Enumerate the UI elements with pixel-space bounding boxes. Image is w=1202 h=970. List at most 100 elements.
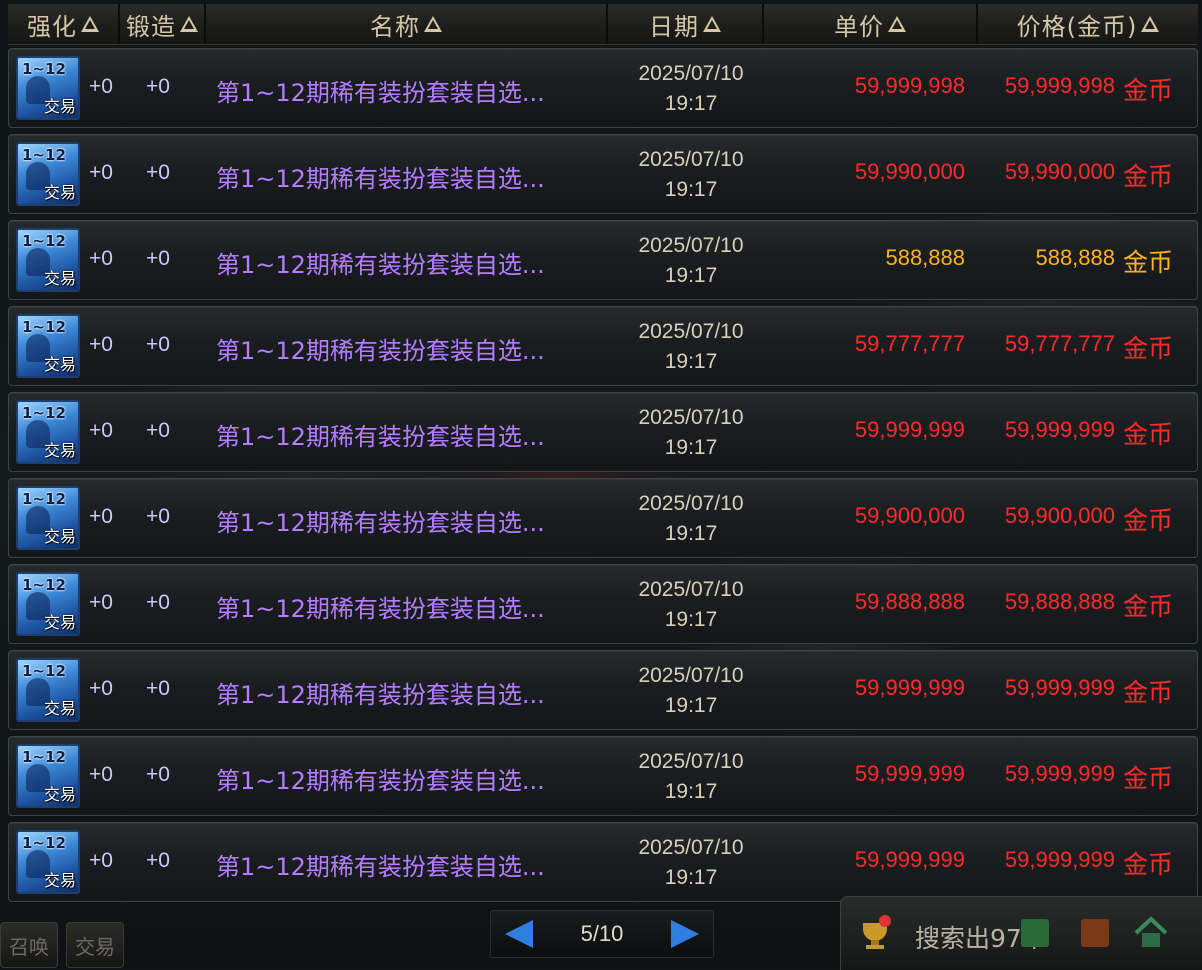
listing-date: 2025/07/10 19:17 <box>613 575 769 635</box>
time-value: 19:17 <box>664 92 718 115</box>
item-icon[interactable]: 1~12 交易 <box>16 142 80 206</box>
sort-triangle-icon <box>81 16 99 32</box>
total-price: 59,888,888 <box>1004 589 1115 614</box>
page-indicator: 5/10 <box>580 921 624 946</box>
date-value: 2025/07/10 <box>638 320 744 343</box>
table-row[interactable]: 1~12 交易 +0 +0 第1~12期稀有装扮套装自选... 2025/07/… <box>8 48 1198 128</box>
enhance-value: +0 <box>89 849 113 872</box>
enhance-value: +0 <box>89 419 113 442</box>
item-icon[interactable]: 1~12 交易 <box>16 830 80 894</box>
left-arrow-icon[interactable] <box>505 920 533 948</box>
icon-trade-label: 交易 <box>43 355 76 374</box>
item-icon[interactable]: 1~12 交易 <box>16 56 80 120</box>
total-price: 59,999,998 <box>1004 73 1115 98</box>
item-name: 第1~12期稀有装扮套装自选... <box>216 79 545 107</box>
forge-value: +0 <box>146 591 170 614</box>
forge-value: +0 <box>146 763 170 786</box>
icon-trade-label: 交易 <box>43 441 76 460</box>
unit-price: 588,888 <box>885 245 965 270</box>
item-icon[interactable]: 1~12 交易 <box>16 400 80 464</box>
enhance-value: +0 <box>89 247 113 270</box>
item-name: 第1~12期稀有装扮套装自选... <box>216 595 545 623</box>
icon-range-label: 1~12 <box>22 834 66 852</box>
table-row[interactable]: 1~12 交易 +0 +0 第1~12期稀有装扮套装自选... 2025/07/… <box>8 736 1198 816</box>
pagination: 5/10 <box>490 910 714 958</box>
table-row[interactable]: 1~12 交易 +0 +0 第1~12期稀有装扮套装自选... 2025/07/… <box>8 220 1198 300</box>
item-icon[interactable]: 1~12 交易 <box>16 572 80 636</box>
listing-date: 2025/07/10 19:17 <box>613 231 769 291</box>
enhance-value: +0 <box>89 505 113 528</box>
green-button[interactable] <box>1021 919 1049 947</box>
header-unit-price[interactable]: 单价 <box>764 4 978 44</box>
item-icon[interactable]: 1~12 交易 <box>16 658 80 722</box>
header-name[interactable]: 名称 <box>206 4 608 44</box>
table-row[interactable]: 1~12 交易 +0 +0 第1~12期稀有装扮套装自选... 2025/07/… <box>8 822 1198 902</box>
date-value: 2025/07/10 <box>638 750 744 773</box>
tab-summon[interactable]: 召唤 <box>0 922 58 968</box>
icon-trade-label: 交易 <box>43 183 76 202</box>
header-date[interactable]: 日期 <box>608 4 764 44</box>
header-enhance[interactable]: 强化 <box>8 4 120 44</box>
icon-range-label: 1~12 <box>22 232 66 250</box>
table-row[interactable]: 1~12 交易 +0 +0 第1~12期稀有装扮套装自选... 2025/07/… <box>8 134 1198 214</box>
table-row[interactable]: 1~12 交易 +0 +0 第1~12期稀有装扮套装自选... 2025/07/… <box>8 478 1198 558</box>
enhance-value: +0 <box>89 677 113 700</box>
header-price[interactable]: 价格(金币) <box>978 4 1198 44</box>
item-name: 第1~12期稀有装扮套装自选... <box>216 853 545 881</box>
table-row[interactable]: 1~12 交易 +0 +0 第1~12期稀有装扮套装自选... 2025/07/… <box>8 564 1198 644</box>
unit-price: 59,999,998 <box>854 73 965 98</box>
total-price: 59,999,999 <box>1004 417 1115 442</box>
forge-value: +0 <box>146 333 170 356</box>
forge-value: +0 <box>146 677 170 700</box>
date-value: 2025/07/10 <box>638 836 744 859</box>
table-row[interactable]: 1~12 交易 +0 +0 第1~12期稀有装扮套装自选... 2025/07/… <box>8 650 1198 730</box>
item-name: 第1~12期稀有装扮套装自选... <box>216 251 545 279</box>
forge-value: +0 <box>146 419 170 442</box>
currency-label: 金币 <box>1123 678 1174 707</box>
table-row[interactable]: 1~12 交易 +0 +0 第1~12期稀有装扮套装自选... 2025/07/… <box>8 392 1198 472</box>
icon-trade-label: 交易 <box>43 785 76 804</box>
item-icon[interactable]: 1~12 交易 <box>16 486 80 550</box>
date-value: 2025/07/10 <box>638 406 744 429</box>
icon-range-label: 1~12 <box>22 146 66 164</box>
unit-price: 59,777,777 <box>854 331 965 356</box>
table-row[interactable]: 1~12 交易 +0 +0 第1~12期稀有装扮套装自选... 2025/07/… <box>8 306 1198 386</box>
icon-trade-label: 交易 <box>43 97 76 116</box>
enhance-value: +0 <box>89 591 113 614</box>
orange-button[interactable] <box>1081 919 1109 947</box>
currency-label: 金币 <box>1123 850 1174 879</box>
date-value: 2025/07/10 <box>638 492 744 515</box>
item-icon[interactable]: 1~12 交易 <box>16 744 80 808</box>
unit-price: 59,900,000 <box>854 503 965 528</box>
item-icon[interactable]: 1~12 交易 <box>16 314 80 378</box>
listing-date: 2025/07/10 19:17 <box>613 833 769 893</box>
right-arrow-icon[interactable] <box>670 920 699 948</box>
home-icon[interactable] <box>1131 913 1171 953</box>
total-price: 588,888 <box>1035 245 1115 270</box>
enhance-value: +0 <box>89 333 113 356</box>
sort-triangle-icon <box>424 16 442 32</box>
icon-trade-label: 交易 <box>43 871 76 890</box>
unit-price: 59,999,999 <box>854 675 965 700</box>
search-status-bar: 搜索出97个 <box>840 896 1202 970</box>
currency-label: 金币 <box>1123 162 1174 191</box>
date-value: 2025/07/10 <box>638 234 744 257</box>
time-value: 19:17 <box>664 350 718 373</box>
date-value: 2025/07/10 <box>638 148 744 171</box>
tab-trade[interactable]: 交易 <box>66 922 124 968</box>
item-name: 第1~12期稀有装扮套装自选... <box>216 423 545 451</box>
time-value: 19:17 <box>664 264 718 287</box>
listing-date: 2025/07/10 19:17 <box>613 403 769 463</box>
icon-range-label: 1~12 <box>22 404 66 422</box>
trophy-icon[interactable] <box>855 913 895 953</box>
unit-price: 59,888,888 <box>854 589 965 614</box>
listing-table: 1~12 交易 +0 +0 第1~12期稀有装扮套装自选... 2025/07/… <box>8 48 1198 908</box>
time-value: 19:17 <box>664 694 718 717</box>
header-forge[interactable]: 锻造 <box>120 4 206 44</box>
item-icon[interactable]: 1~12 交易 <box>16 228 80 292</box>
column-header: 强化 锻造 名称 日期 单价 价格(金币) <box>8 4 1198 45</box>
sort-triangle-icon <box>888 16 906 32</box>
listing-date: 2025/07/10 19:17 <box>613 661 769 721</box>
total-price: 59,990,000 <box>1004 159 1115 184</box>
total-price: 59,999,999 <box>1004 847 1115 872</box>
